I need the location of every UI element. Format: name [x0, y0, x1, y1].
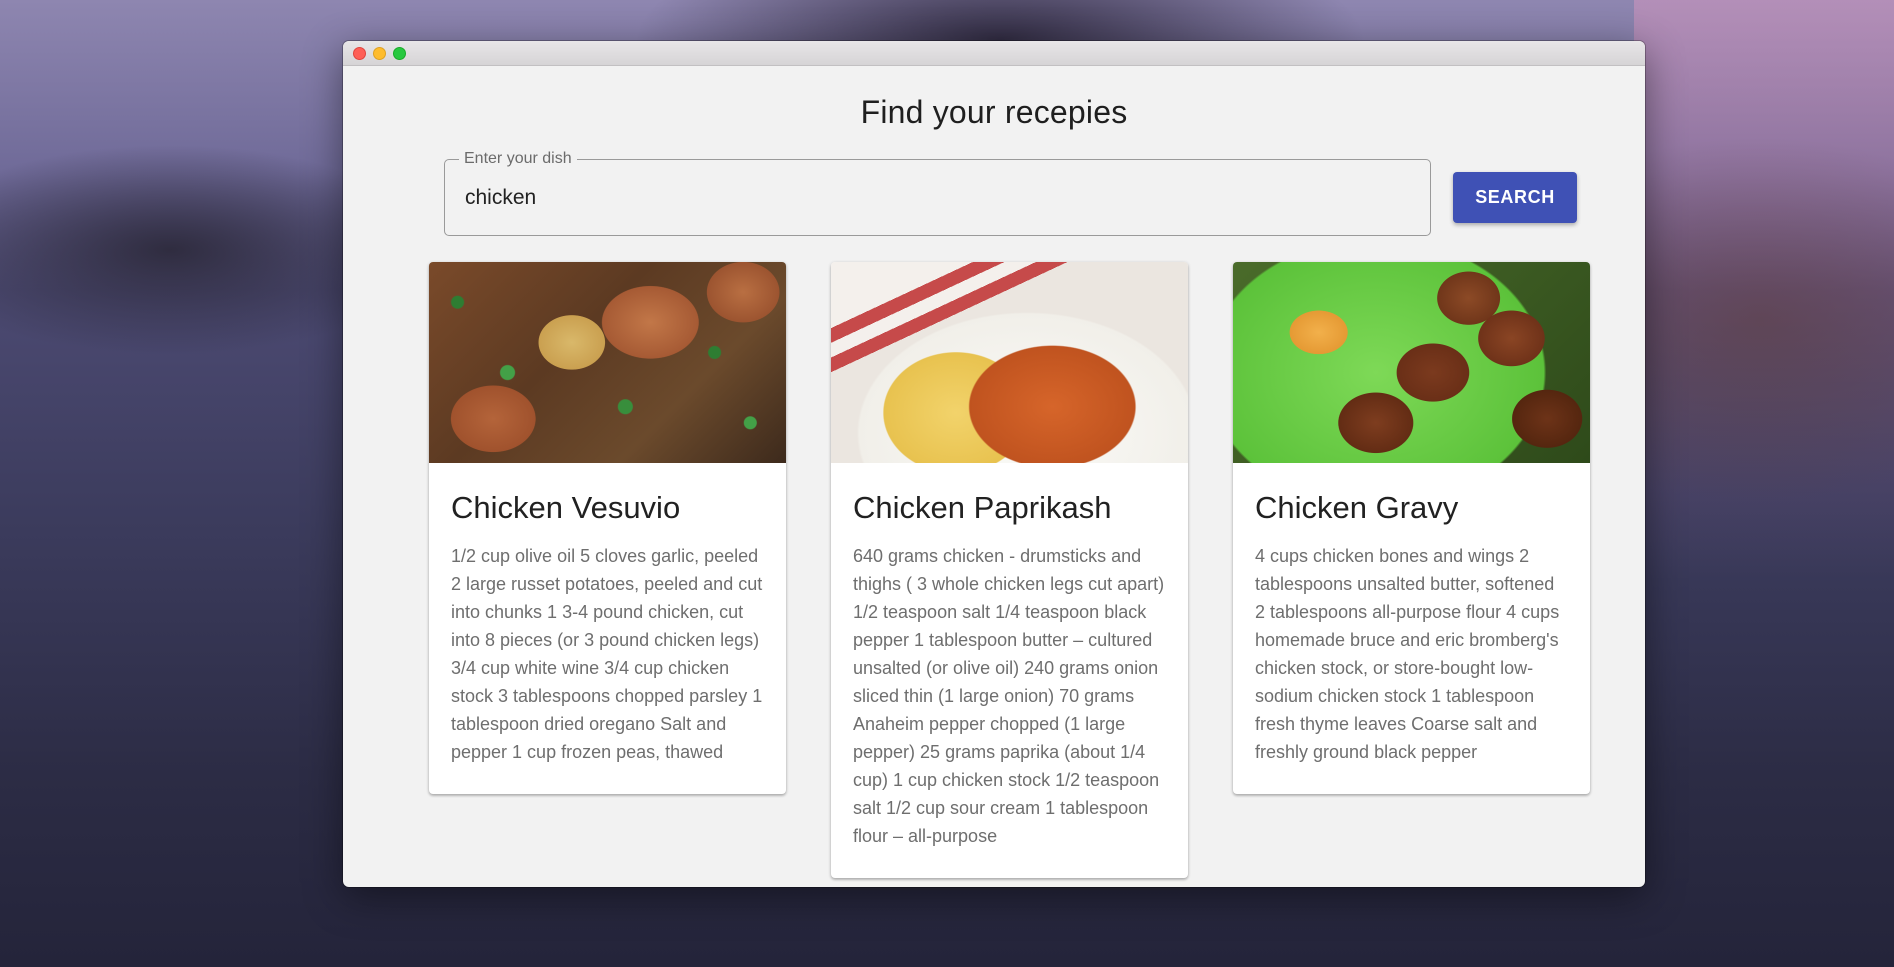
recipe-card[interactable]: Chicken Paprikash 640 grams chicken - dr…: [831, 262, 1188, 879]
maximize-window-button[interactable]: [393, 47, 406, 60]
recipe-card-body: Chicken Paprikash 640 grams chicken - dr…: [831, 463, 1188, 878]
recipe-image: [831, 262, 1188, 463]
recipe-card[interactable]: Chicken Vesuvio 1/2 cup olive oil 5 clov…: [429, 262, 786, 795]
recipe-image: [429, 262, 786, 463]
page-title: Find your recepies: [860, 94, 1128, 130]
app-window: Find your recepies Enter your dish SEARC…: [343, 41, 1645, 887]
search-field[interactable]: Enter your dish: [444, 150, 1431, 236]
window-titlebar[interactable]: [343, 41, 1645, 66]
recipe-title: Chicken Vesuvio: [451, 490, 681, 525]
app-content: Find your recepies Enter your dish SEARC…: [343, 66, 1645, 887]
search-input[interactable]: [463, 180, 1407, 216]
recipe-title: Chicken Gravy: [1255, 490, 1459, 525]
desktop-wallpaper: [1634, 0, 1894, 967]
search-button[interactable]: SEARCH: [1453, 172, 1577, 223]
recipe-ingredients: 4 cups chicken bones and wings 2 tablesp…: [1255, 546, 1560, 763]
recipe-ingredients: 1/2 cup olive oil 5 cloves garlic, peele…: [451, 546, 763, 763]
recipe-ingredients: 640 grams chicken - drumsticks and thigh…: [853, 546, 1165, 847]
minimize-window-button[interactable]: [373, 47, 386, 60]
search-label: Enter your dish: [459, 150, 577, 168]
recipe-title: Chicken Paprikash: [853, 490, 1112, 525]
close-window-button[interactable]: [353, 47, 366, 60]
recipe-image: [1233, 262, 1590, 463]
recipe-card-body: Chicken Vesuvio 1/2 cup olive oil 5 clov…: [429, 463, 786, 794]
recipe-card-body: Chicken Gravy 4 cups chicken bones and w…: [1233, 463, 1590, 794]
recipe-card[interactable]: Chicken Gravy 4 cups chicken bones and w…: [1233, 262, 1590, 795]
